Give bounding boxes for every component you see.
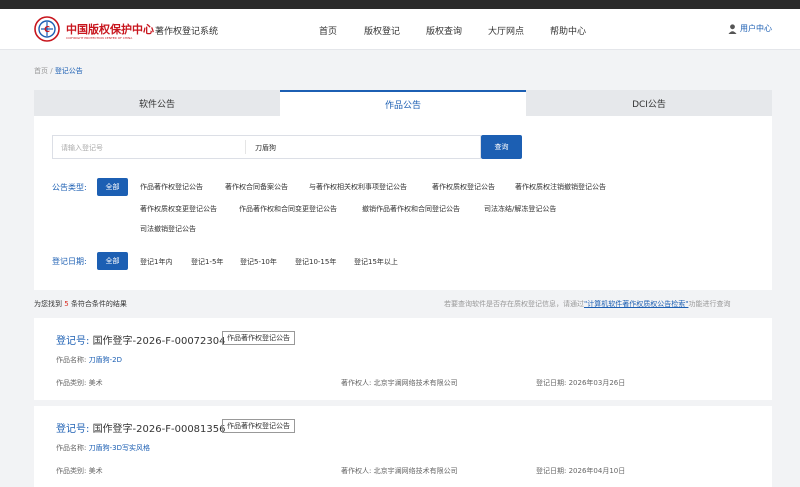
work-name-label: 作品名称: bbox=[56, 356, 87, 364]
work-name: 作品名称: 刀盾狗-2D bbox=[56, 355, 122, 365]
registration-date-label: 登记日期: bbox=[52, 257, 87, 266]
registration-date-value: 2026年03月26日 bbox=[568, 379, 626, 387]
nav-help-center[interactable]: 帮助中心 bbox=[550, 24, 586, 37]
announcement-type-tag: 作品著作权登记公告 bbox=[222, 331, 295, 345]
work-category-label: 作品类别: bbox=[56, 379, 87, 387]
date-all-button[interactable]: 全部 bbox=[97, 252, 128, 270]
date-option[interactable]: 登记1-5年 bbox=[191, 257, 223, 267]
registration-number-input[interactable]: 请输入登记号 bbox=[61, 143, 103, 153]
system-name: 著作权登记系统 bbox=[155, 27, 219, 37]
tab-software[interactable]: 软件公告 bbox=[34, 90, 280, 116]
copyright-owner-label: 著作权人: bbox=[341, 467, 372, 475]
type-option[interactable]: 与著作权相关权利事项登记公告 bbox=[309, 182, 407, 192]
hint-prefix: 若要查询软件是否存在质权登记信息，请通过 bbox=[444, 300, 584, 308]
registration-number[interactable]: 国作登字-2026-F-00072304 bbox=[93, 336, 226, 347]
browser-top-bar bbox=[0, 0, 800, 9]
tab-works[interactable]: 作品公告 bbox=[280, 90, 526, 116]
breadcrumb-home[interactable]: 首页 bbox=[34, 67, 48, 75]
work-name-link[interactable]: 刀盾狗-2D bbox=[89, 356, 122, 364]
work-name-label: 作品名称: bbox=[56, 444, 87, 452]
work-category-value: 美术 bbox=[88, 379, 103, 387]
card-registration: 登记号: 国作登字-2026-F-00081356 bbox=[56, 420, 226, 435]
result-number: 5 bbox=[64, 300, 69, 308]
breadcrumb-current: 登记公告 bbox=[54, 67, 83, 75]
date-option[interactable]: 登记1年内 bbox=[140, 257, 172, 267]
search-divider bbox=[245, 140, 246, 154]
type-option[interactable]: 司法撤销登记公告 bbox=[140, 224, 196, 234]
type-option[interactable]: 作品著作权登记公告 bbox=[140, 182, 203, 192]
user-center-label: 用户中心 bbox=[740, 24, 772, 33]
copyright-center-logo-icon[interactable]: C bbox=[34, 16, 60, 42]
copyright-owner-label: 著作权人: bbox=[341, 379, 372, 387]
announcement-tabs: 软件公告 作品公告 DCI公告 bbox=[34, 90, 772, 116]
registration-date-label: 登记日期: bbox=[536, 379, 567, 387]
type-all-button[interactable]: 全部 bbox=[97, 178, 128, 196]
nav-home[interactable]: 首页 bbox=[319, 24, 337, 37]
result-card[interactable]: 登记号: 国作登字-2026-F-00072304 作品著作权登记公告 作品名称… bbox=[34, 318, 772, 400]
registration-label: 登记号: bbox=[56, 424, 90, 435]
work-name: 作品名称: 刀盾狗-3D写实风格 bbox=[56, 443, 150, 453]
date-option[interactable]: 登记15年以上 bbox=[354, 257, 398, 267]
type-option[interactable]: 撤销作品著作权和合同登记公告 bbox=[362, 204, 460, 214]
result-prefix: 为您找到 bbox=[34, 300, 62, 308]
work-name-link[interactable]: 刀盾狗-3D写实风格 bbox=[89, 444, 150, 452]
nav-copyright-query[interactable]: 版权查询 bbox=[426, 24, 462, 37]
registration-date: 登记日期: 2026年03月26日 bbox=[536, 378, 625, 388]
search-box: 请输入登记号 刀盾狗 bbox=[52, 135, 481, 159]
user-center-link[interactable]: 用户中心 bbox=[728, 23, 772, 34]
nav-service-hall[interactable]: 大厅网点 bbox=[488, 24, 524, 37]
type-option[interactable]: 司法冻结/解冻登记公告 bbox=[484, 204, 556, 214]
copyright-owner: 著作权人: 北京宇澜网络技术有限公司 bbox=[341, 378, 458, 388]
work-category-label: 作品类别: bbox=[56, 467, 87, 475]
work-category: 作品类别: 美术 bbox=[56, 378, 103, 388]
svg-text:C: C bbox=[44, 25, 50, 34]
logo-chinese-text: 中国版权保护中心 bbox=[66, 23, 154, 36]
type-option[interactable]: 著作权质权变更登记公告 bbox=[140, 204, 217, 214]
copyright-owner-value: 北京宇澜网络技术有限公司 bbox=[373, 379, 458, 387]
tab-dci[interactable]: DCI公告 bbox=[526, 90, 772, 116]
card-registration: 登记号: 国作登字-2026-F-00072304 bbox=[56, 332, 226, 347]
search-panel: 软件公告 作品公告 DCI公告 请输入登记号 刀盾狗 查询 公告类型: 全部 作… bbox=[34, 90, 772, 290]
keyword-input[interactable]: 刀盾狗 bbox=[255, 143, 276, 153]
result-suffix: 条符合条件的结果 bbox=[70, 300, 127, 308]
type-option[interactable]: 作品著作权和合同变更登记公告 bbox=[239, 204, 337, 214]
logo-english-text: COPYRIGHT PROTECTION CENTER OF CHINA bbox=[66, 36, 133, 40]
copyright-owner: 著作权人: 北京宇澜网络技术有限公司 bbox=[341, 466, 458, 476]
work-category: 作品类别: 美术 bbox=[56, 466, 103, 476]
announcement-type-label: 公告类型: bbox=[52, 183, 87, 192]
work-category-value: 美术 bbox=[88, 467, 103, 475]
registration-label: 登记号: bbox=[56, 336, 90, 347]
result-card[interactable]: 登记号: 国作登字-2026-F-00081356 作品著作权登记公告 作品名称… bbox=[34, 406, 772, 487]
hint-suffix: 功能进行查询 bbox=[688, 300, 731, 308]
type-option[interactable]: 著作权质权登记公告 bbox=[432, 182, 495, 192]
pledge-query-hint: 若要查询软件是否存在质权登记信息，请通过"计算机软件著作权质权公告检索"功能进行… bbox=[444, 299, 730, 309]
registration-number[interactable]: 国作登字-2026-F-00081356 bbox=[93, 424, 226, 435]
date-option[interactable]: 登记10-15年 bbox=[295, 257, 336, 267]
date-option[interactable]: 登记5-10年 bbox=[240, 257, 277, 267]
copyright-owner-value: 北京宇澜网络技术有限公司 bbox=[373, 467, 458, 475]
result-count: 为您找到 5 条符合条件的结果 bbox=[34, 299, 127, 309]
type-option[interactable]: 著作权合同备案公告 bbox=[225, 182, 288, 192]
breadcrumb-separator: / bbox=[48, 67, 55, 75]
registration-date: 登记日期: 2026年04月10日 bbox=[536, 466, 625, 476]
site-header: C 中国版权保护中心 COPYRIGHT PROTECTION CENTER O… bbox=[0, 9, 800, 50]
type-option[interactable]: 著作权质权注销撤销登记公告 bbox=[515, 182, 606, 192]
nav-copyright-registration[interactable]: 版权登记 bbox=[364, 24, 400, 37]
announcement-type-tag: 作品著作权登记公告 bbox=[222, 419, 295, 433]
registration-date-value: 2026年04月10日 bbox=[568, 467, 626, 475]
pledge-search-link[interactable]: "计算机软件著作权质权公告检索" bbox=[584, 300, 688, 308]
search-button[interactable]: 查询 bbox=[481, 135, 522, 159]
registration-date-label: 登记日期: bbox=[536, 467, 567, 475]
user-icon bbox=[728, 23, 737, 34]
breadcrumb: 首页 / 登记公告 bbox=[34, 66, 83, 76]
